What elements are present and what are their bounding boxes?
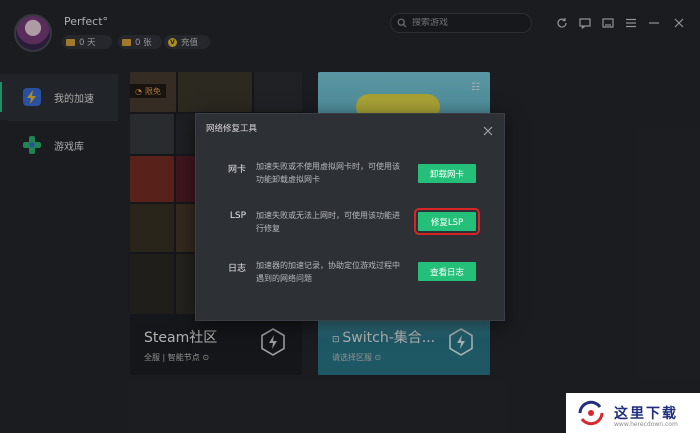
watermark-url: www.herecdown.com xyxy=(614,421,678,428)
log-label: 日志 xyxy=(227,264,246,274)
app-window: Perfect° 0 天 0 张 V 充值 搜索游戏 我的加速 游戏库 ◔ 限免… xyxy=(0,0,700,433)
lsp-label: LSP xyxy=(229,211,246,221)
view-log-button[interactable]: 查看日志 xyxy=(418,262,476,281)
nic-label: 网卡 xyxy=(227,165,246,175)
network-repair-dialog: 网络修复工具 网卡 加速失败或不使用虚拟网卡时，可使用该功能卸载虚拟网卡 卸载网… xyxy=(195,113,505,321)
uninstall-nic-button[interactable]: 卸载网卡 xyxy=(418,164,476,183)
close-icon xyxy=(483,126,493,136)
nic-description: 加速失败或不使用虚拟网卡时，可使用该功能卸载虚拟网卡 xyxy=(256,162,400,184)
repair-lsp-button[interactable]: 修复LSP xyxy=(414,208,480,235)
dialog-close-button[interactable] xyxy=(482,122,494,136)
watermark-text: 这里下载 xyxy=(614,406,678,422)
site-watermark: 这里下载 www.herecdown.com xyxy=(566,393,700,433)
log-description: 加速器的加速记录，协助定位游戏过程中遇到的网络问题 xyxy=(256,261,400,283)
dialog-title: 网络修复工具 xyxy=(206,124,258,134)
watermark-logo-icon xyxy=(578,400,604,426)
lsp-description: 加速失败或无法上网时，可使用该功能进行修复 xyxy=(256,211,400,233)
